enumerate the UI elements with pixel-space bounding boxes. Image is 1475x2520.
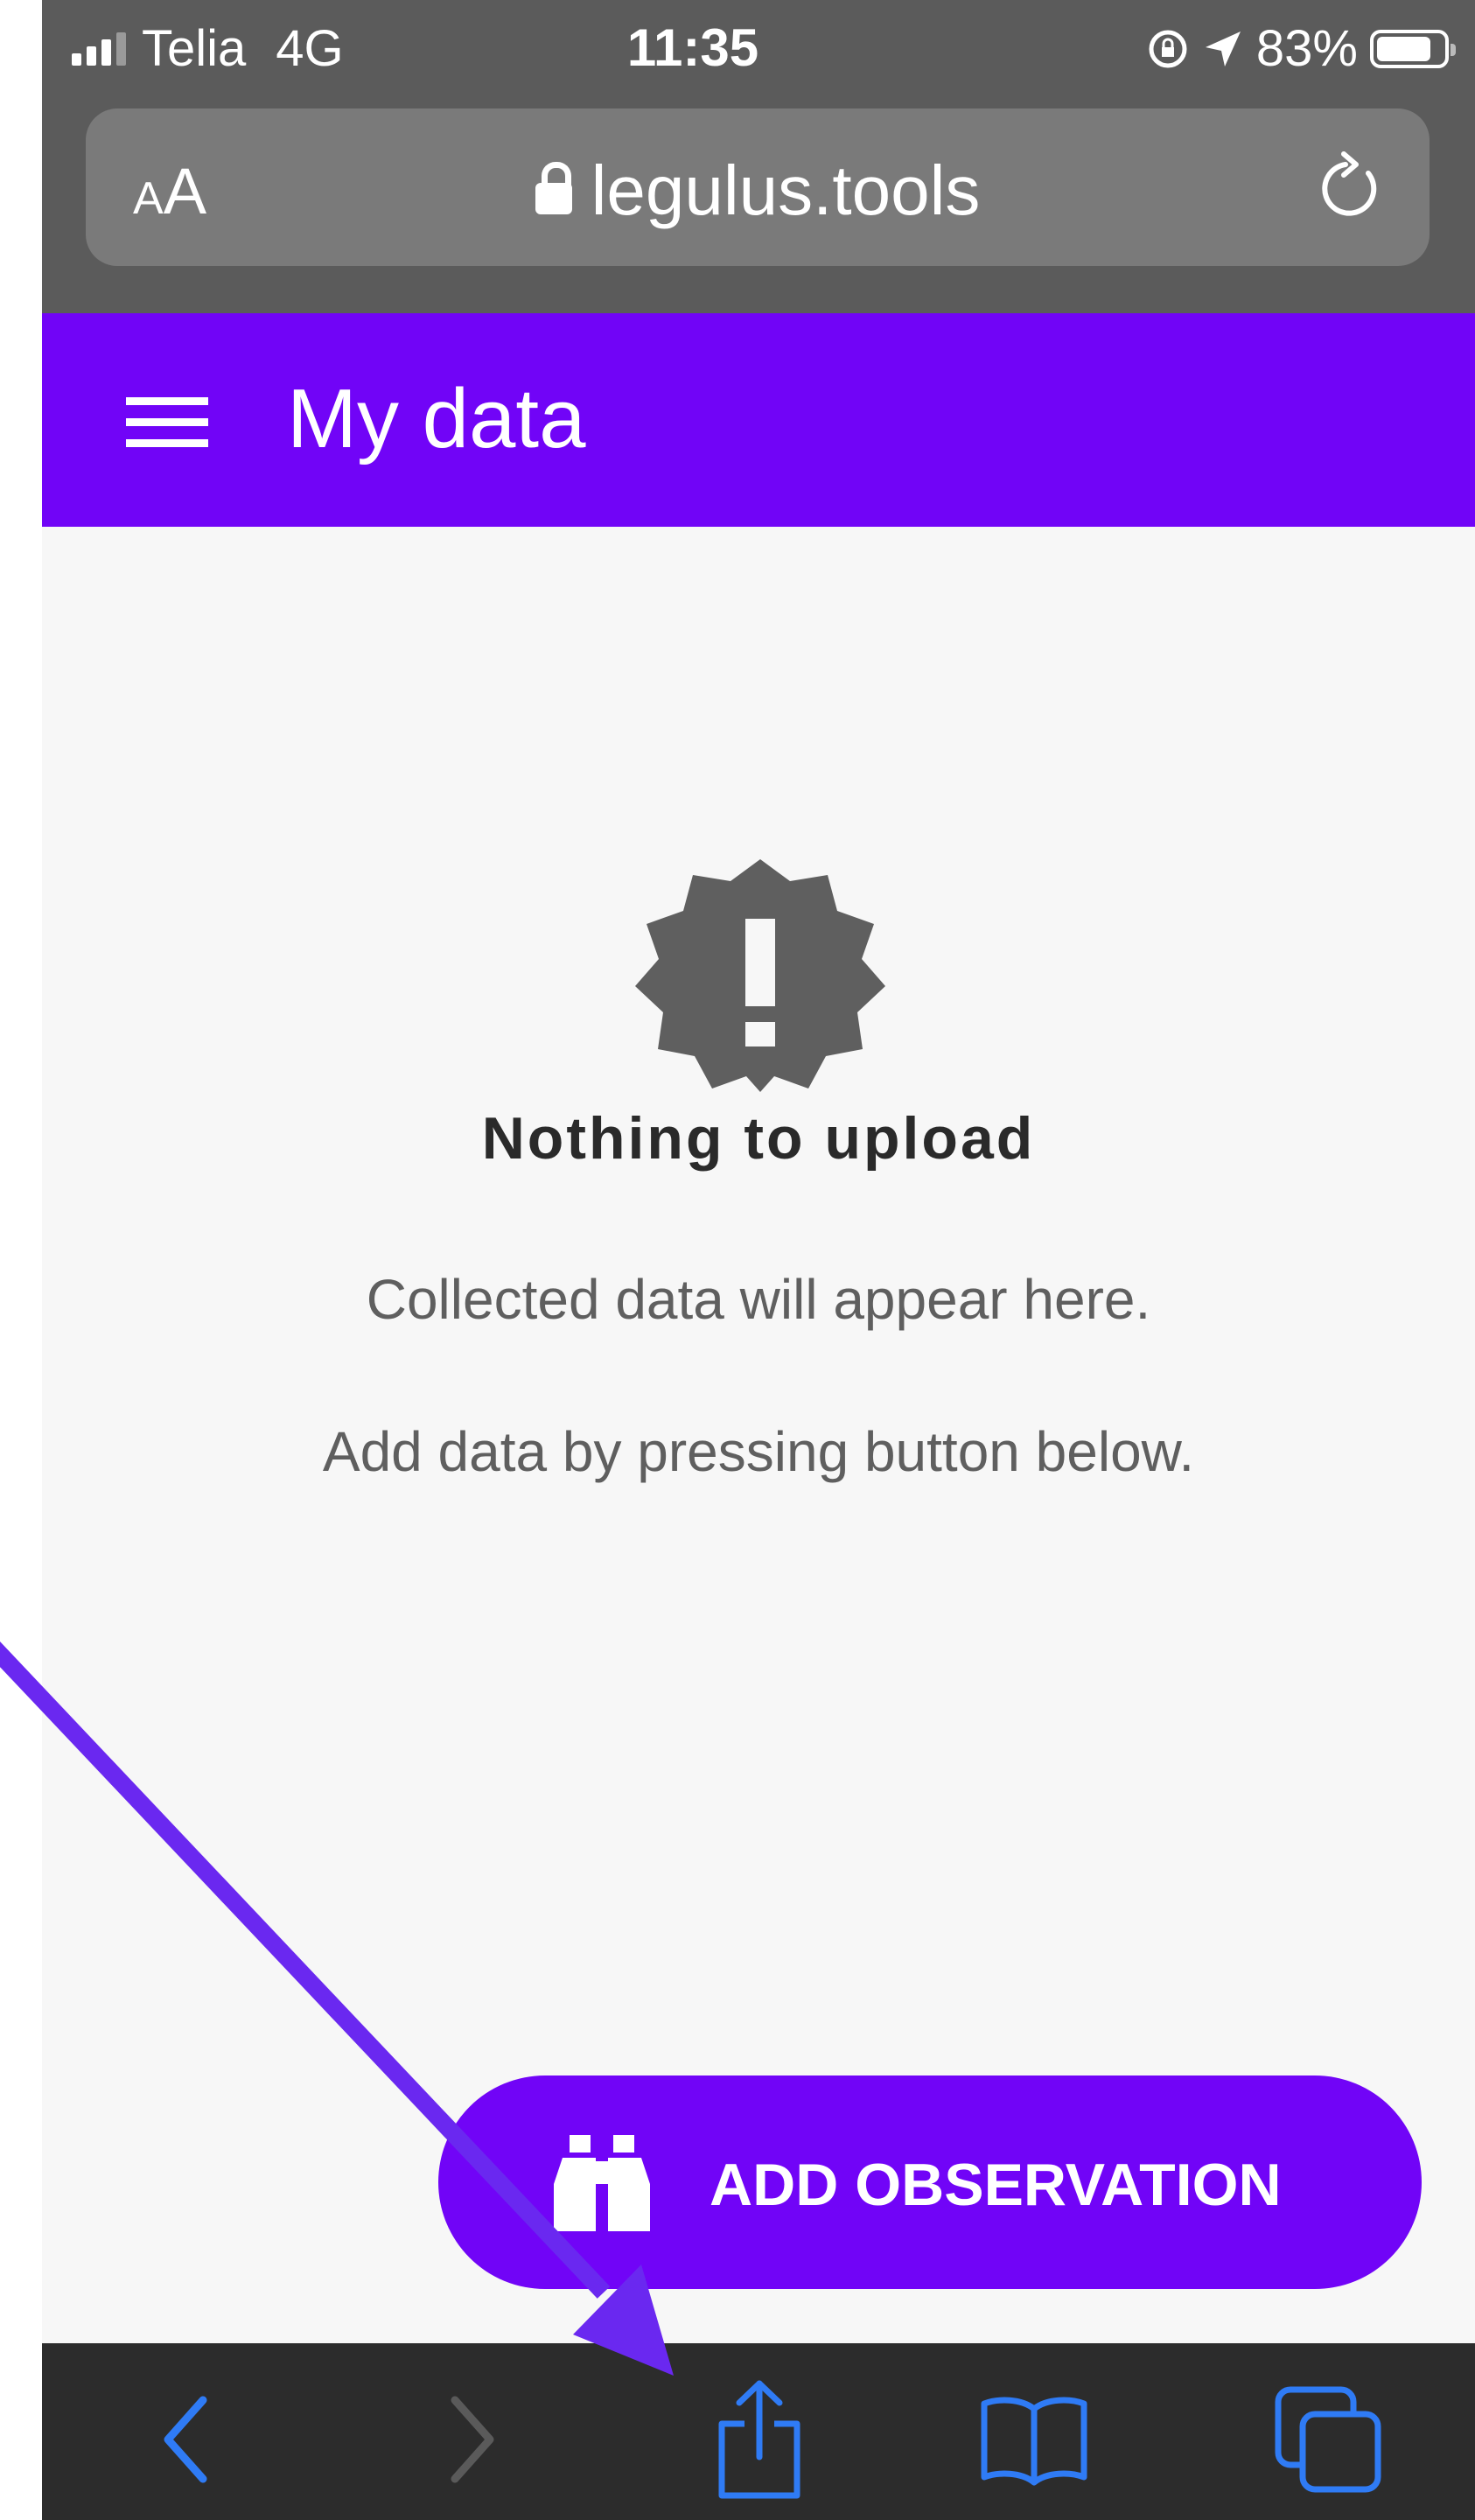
url-text: legulus.tools <box>591 151 981 229</box>
lock-icon <box>535 162 572 214</box>
reload-icon[interactable] <box>1312 147 1391 226</box>
menu-icon[interactable] <box>126 397 208 448</box>
empty-state-line-1: Collected data will appear here. <box>366 1268 1151 1331</box>
status-right: 83% <box>1146 19 1456 78</box>
back-button[interactable] <box>126 2378 248 2501</box>
url-display[interactable]: legulus.tools <box>86 150 1430 231</box>
location-icon <box>1205 31 1241 66</box>
share-icon <box>718 2380 800 2499</box>
add-observation-label: ADD OBSERVATION <box>710 2152 1282 2218</box>
status-bar: Telia 4G 11:35 83% <box>42 0 1475 94</box>
battery-percent: 83% <box>1255 20 1358 77</box>
bookmarks-icon <box>981 2397 1087 2486</box>
tabs-icon <box>1275 2386 1381 2493</box>
phone-screen: Telia 4G 11:35 83% AA legulus.tools My d… <box>42 0 1475 2520</box>
back-icon <box>164 2396 207 2483</box>
browser-toolbar <box>42 2343 1475 2520</box>
rotation-lock-icon <box>1149 30 1187 67</box>
battery-icon <box>1370 29 1456 68</box>
address-bar[interactable]: AA legulus.tools <box>86 108 1430 266</box>
tabs-button[interactable] <box>1267 2378 1389 2501</box>
forward-icon <box>451 2396 494 2483</box>
empty-state-title: Nothing to upload <box>481 1105 1036 1172</box>
forward-button[interactable] <box>409 2378 532 2501</box>
binoculars-icon <box>554 2135 650 2231</box>
add-observation-button[interactable]: ADD OBSERVATION <box>438 2076 1422 2289</box>
empty-state-line-2: Add data by pressing button below. <box>322 1420 1195 1483</box>
alert-badge-icon <box>635 859 885 1092</box>
app-bar: My data <box>42 313 1475 527</box>
page-title: My data <box>287 372 586 466</box>
share-button[interactable] <box>698 2378 821 2501</box>
bookmarks-button[interactable] <box>973 2378 1095 2501</box>
browser-address-area: AA legulus.tools <box>42 94 1475 313</box>
